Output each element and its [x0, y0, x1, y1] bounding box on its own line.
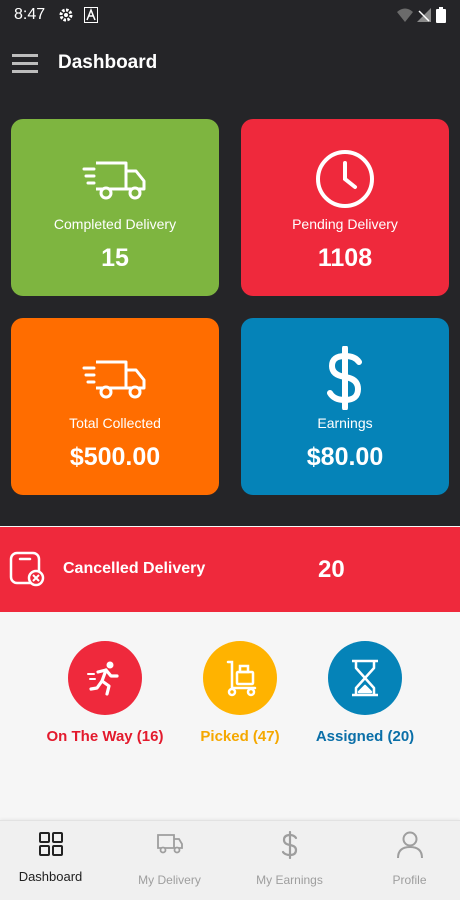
card-label: Pending Delivery [292, 216, 398, 232]
delivery-truck-icon [112, 831, 227, 859]
nav-label: My Delivery [138, 873, 201, 887]
nav-my-earnings[interactable]: My Earnings [232, 821, 347, 900]
status-assigned[interactable]: Assigned (20) [290, 641, 440, 745]
clock-icon [241, 147, 449, 211]
delivery-truck-icon [11, 346, 219, 410]
cancel-box-icon [8, 550, 46, 593]
hamburger-menu-icon[interactable] [12, 52, 38, 74]
delivery-truck-icon [11, 147, 219, 211]
cancelled-delivery-label: Cancelled Delivery [63, 560, 206, 577]
battery-icon [436, 7, 446, 28]
dollar-icon [232, 831, 347, 859]
gear-icon [58, 7, 74, 28]
dollar-icon [241, 346, 449, 410]
status-time: 8:47 [14, 6, 46, 23]
page-title: Dashboard [58, 52, 158, 73]
card-label: Total Collected [69, 415, 161, 431]
app-bar: Dashboard [0, 40, 460, 88]
card-value: $500.00 [69, 443, 161, 471]
runner-icon [68, 641, 142, 715]
nav-label: Dashboard [18, 869, 83, 884]
card-value: 15 [101, 244, 129, 272]
status-bar: 8:47 [0, 0, 460, 30]
person-icon [352, 831, 460, 859]
wifi-icon [396, 7, 414, 28]
card-pending-delivery[interactable]: Pending Delivery 1108 [241, 119, 449, 296]
status-label: Assigned (20) [315, 728, 415, 745]
card-earnings[interactable]: Earnings $80.00 [241, 318, 449, 495]
grid-icon [0, 831, 108, 859]
cancelled-delivery-value: 20 [318, 556, 345, 583]
bottom-navigation: Dashboard My Delivery My Earnings Profil… [0, 820, 460, 900]
hand-truck-icon [203, 641, 277, 715]
card-value: $80.00 [306, 443, 384, 471]
status-label: On The Way (16) [46, 728, 164, 745]
card-label: Completed Delivery [53, 216, 177, 232]
a-icon [84, 7, 98, 28]
dashboard-header-area: 8:47 Dashboard Completed Delivery 15 Pen… [0, 0, 460, 526]
nav-label: My Earnings [256, 873, 323, 887]
card-completed-delivery[interactable]: Completed Delivery 15 [11, 119, 219, 296]
hourglass-icon [328, 641, 402, 715]
status-on-the-way[interactable]: On The Way (16) [30, 641, 180, 745]
nav-profile[interactable]: Profile [352, 821, 460, 900]
card-total-collected[interactable]: Total Collected $500.00 [11, 318, 219, 495]
cancelled-delivery-banner[interactable]: Cancelled Delivery 20 [0, 527, 460, 612]
card-label: Earnings [317, 415, 373, 431]
nav-my-delivery[interactable]: My Delivery [112, 821, 227, 900]
nav-label: Profile [392, 873, 427, 887]
signal-icon [416, 7, 432, 28]
nav-dashboard[interactable]: Dashboard [0, 821, 108, 900]
card-value: 1108 [317, 244, 373, 272]
